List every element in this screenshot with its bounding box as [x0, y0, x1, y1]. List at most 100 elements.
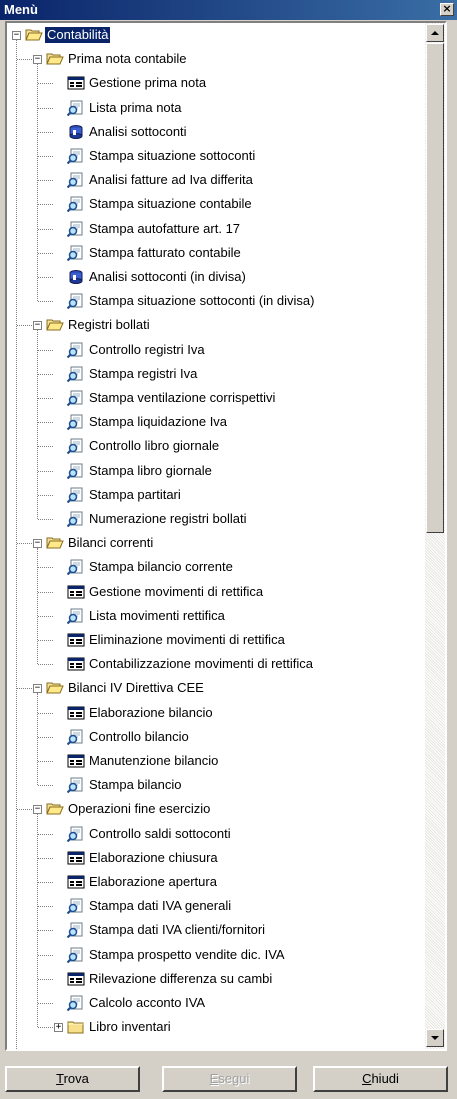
tree-node-item[interactable]: Lista movimenti rettifica: [7, 604, 425, 628]
tree-node-item[interactable]: Numerazione registri bollati: [7, 507, 425, 531]
tree-node-item[interactable]: Manutenzione bilancio: [7, 749, 425, 773]
close-icon[interactable]: ×: [440, 3, 454, 16]
collapse-icon[interactable]: −: [33, 684, 42, 694]
tree-node-item[interactable]: Analisi sottoconti (in divisa): [7, 265, 425, 289]
tree-connector: [38, 882, 53, 883]
collapse-icon[interactable]: −: [33, 321, 42, 331]
tree-node-item[interactable]: Stampa dati IVA clienti/fornitori: [7, 918, 425, 942]
tree-connector: [38, 615, 53, 617]
tree-node-item[interactable]: Contabilizzazione movimenti di rettifica: [7, 652, 425, 676]
tree-node-item[interactable]: Stampa partitari: [7, 483, 425, 507]
menu-tree: − Contabilità − Prima nota contabile Gestion…: [5, 21, 447, 1051]
collapse-icon[interactable]: −: [12, 31, 21, 40]
close-button[interactable]: Chiudi: [313, 1066, 448, 1092]
tree-node-folder[interactable]: − Bilanci IV Direttiva CEE: [7, 676, 425, 700]
tree-connector: [38, 1003, 53, 1004]
scroll-down-button[interactable]: [426, 1029, 444, 1047]
tree-node-item[interactable]: Eliminazione movimenti di rettifica: [7, 628, 425, 652]
find-button[interactable]: Trova: [5, 1066, 140, 1092]
tree-node-item[interactable]: Elaborazione bilancio: [7, 701, 425, 725]
tree-node-item[interactable]: Elaborazione apertura: [7, 870, 425, 894]
tree-connector: [16, 40, 17, 1049]
tree-node-item[interactable]: Gestione prima nota: [7, 71, 425, 95]
tree-connector: [38, 252, 53, 254]
tree-node-label: Stampa bilancio corrente: [89, 559, 233, 575]
tree-node-label: Stampa situazione contabile: [89, 196, 252, 212]
tree-node-label: Stampa bilancio: [89, 777, 182, 793]
tree-node-item[interactable]: Controllo registri Iva: [7, 338, 425, 362]
tree-node-label: Stampa fatturato contabile: [89, 244, 241, 260]
collapse-icon[interactable]: −: [33, 539, 42, 549]
tree-node-folder[interactable]: − Prima nota contabile: [7, 47, 425, 71]
menu-window: − Contabilità − Prima nota contabile Gestion…: [0, 20, 457, 1099]
tree-node-item[interactable]: Controllo bilancio: [7, 725, 425, 749]
tree-node-label: Stampa situazione sottoconti (in divisa): [89, 293, 315, 309]
tree-node-label: Eliminazione movimenti di rettifica: [89, 632, 285, 647]
report-icon: [66, 221, 85, 237]
tree-node-folder[interactable]: − Operazioni fine esercizio: [7, 797, 425, 821]
tree-node-item[interactable]: Controllo saldi sottoconti: [7, 822, 425, 846]
tree-node-item[interactable]: Stampa libro giornale: [7, 459, 425, 483]
tree-node-item[interactable]: Gestione movimenti di rettifica: [7, 580, 425, 604]
tree-connector: [17, 59, 32, 61]
tree-node-label: Bilanci correnti: [68, 535, 154, 551]
tree-node-item[interactable]: Stampa fatturato contabile: [7, 241, 425, 265]
tree-node-item[interactable]: Stampa situazione sottoconti: [7, 144, 425, 168]
run-label: segui: [218, 1071, 250, 1086]
tree-connector: [38, 712, 53, 714]
tree-node-root[interactable]: − Contabilità: [7, 23, 425, 47]
tree-node-item[interactable]: Stampa dati IVA generali: [7, 894, 425, 918]
vertical-scrollbar[interactable]: [425, 23, 445, 1049]
expand-icon[interactable]: +: [54, 1023, 63, 1033]
report-icon: [66, 511, 85, 528]
tree-node-item[interactable]: Rilevazione differenza su cambi: [7, 967, 425, 991]
tree-node-item[interactable]: Stampa bilancio corrente: [7, 555, 425, 579]
tree-node-item[interactable]: Stampa situazione sottoconti (in divisa): [7, 289, 425, 313]
tree-connector: [38, 131, 53, 133]
tree-node-item[interactable]: Stampa ventilazione corrispettivi: [7, 386, 425, 410]
collapse-icon[interactable]: −: [33, 805, 42, 815]
close-label: hiudi: [371, 1071, 399, 1086]
report-icon: [66, 390, 85, 407]
analysis-icon: [67, 124, 85, 140]
tree-node-item[interactable]: Elaborazione chiusura: [7, 846, 425, 870]
tree-node-label: Libro inventari: [89, 1019, 171, 1035]
tree-node-item[interactable]: Analisi sottoconti: [7, 120, 425, 144]
tree-node-item[interactable]: Lista prima nota: [7, 96, 425, 120]
tree-connector: [37, 64, 38, 302]
folder-icon: [67, 1019, 85, 1035]
tree-connector: [38, 83, 53, 85]
tree-node-item[interactable]: Stampa situazione contabile: [7, 192, 425, 216]
tree-node-item[interactable]: Calcolo acconto IVA: [7, 991, 425, 1015]
tree-node-item[interactable]: Stampa liquidazione Iva: [7, 410, 425, 434]
collapse-icon[interactable]: −: [33, 55, 42, 65]
folder-open-icon: [46, 51, 64, 67]
scroll-thumb[interactable]: [426, 43, 444, 533]
tree-node-label: Numerazione registri bollati: [89, 511, 247, 526]
tree-connector: [37, 548, 38, 665]
tree-node-label: Manutenzione bilancio: [89, 753, 219, 768]
run-button[interactable]: Esegui: [162, 1066, 297, 1092]
tree-node-folder[interactable]: − Registri bollati: [7, 313, 425, 337]
tree-node-item[interactable]: Stampa autofatture art. 17: [7, 217, 425, 241]
tree-node-label: Gestione movimenti di rettifica: [89, 583, 264, 599]
tree-node-label: Stampa ventilazione corrispettivi: [89, 390, 276, 405]
run-accel: E: [209, 1071, 219, 1086]
tree-node-label: Lista movimenti rettifica: [89, 607, 225, 623]
scroll-up-button[interactable]: [426, 24, 444, 42]
tree-node-item[interactable]: Controllo libro giornale: [7, 434, 425, 458]
tree-node-item[interactable]: Analisi fatture ad Iva differita: [7, 168, 425, 192]
tree-node-folder[interactable]: − Bilanci correnti: [7, 531, 425, 555]
folder-open-icon: [46, 801, 64, 817]
tree-node-label: Elaborazione apertura: [89, 874, 217, 889]
report-icon: [66, 487, 85, 504]
tree-node-item[interactable]: Stampa registri Iva: [7, 362, 425, 386]
form-icon: [67, 632, 85, 648]
report-icon: [66, 148, 85, 165]
tree-node-item[interactable]: Stampa prospetto vendite dic. IVA: [7, 943, 425, 967]
tree-node-item[interactable]: Stampa bilancio: [7, 773, 425, 797]
tree-node-label: Analisi sottoconti (in divisa): [89, 269, 246, 284]
tree-node-folder[interactable]: + Libro inventari: [7, 1015, 425, 1039]
tree-node-label: Controllo libro giornale: [89, 438, 220, 454]
tree-connector: [38, 180, 53, 182]
